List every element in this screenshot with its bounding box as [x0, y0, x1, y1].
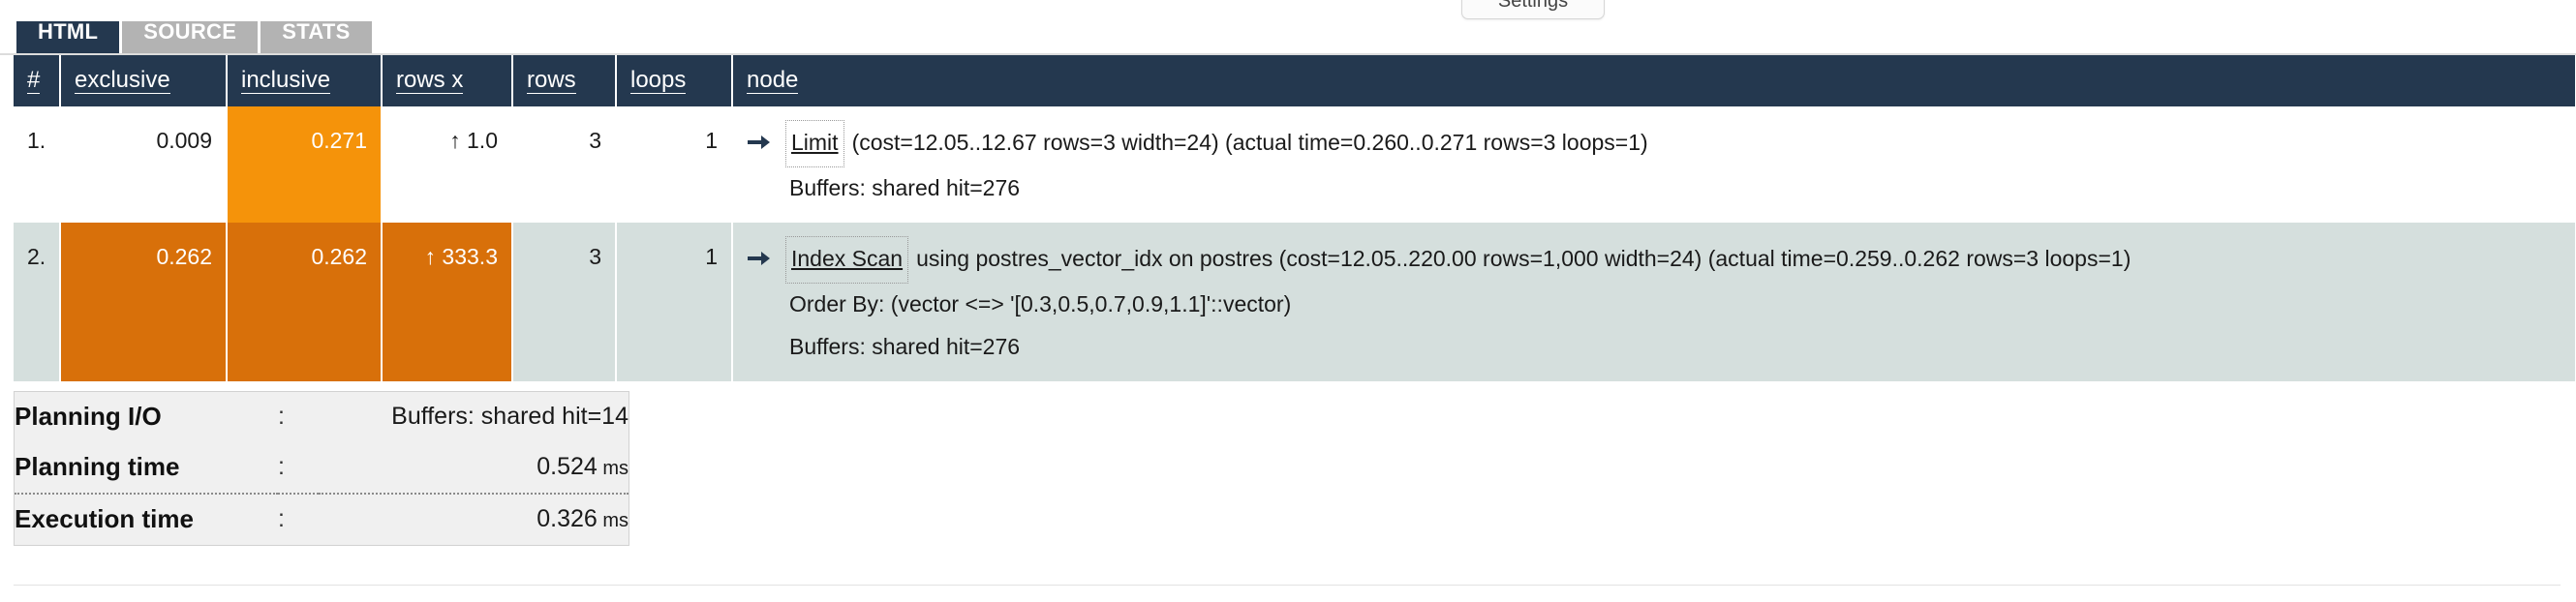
table-row[interactable]: 2. 0.262 0.262 ↑ 333.3 3 1 Index Scan usi… — [14, 223, 2575, 382]
node-extra-line: Buffers: shared hit=276 — [789, 174, 1021, 200]
node-arrow-icon — [747, 240, 772, 283]
summary-label-planning-time: Planning time — [15, 452, 180, 481]
summary-value-text: 0.326 — [537, 505, 598, 532]
column-header-loops-label: loops — [630, 67, 687, 94]
cell-loops: 1 — [616, 106, 733, 224]
cell-node: Limit (cost=12.05..12.67 rows=3 width=24)… — [732, 106, 2575, 224]
column-header-loops[interactable]: loops — [616, 55, 733, 106]
column-header-node-label: node — [747, 67, 799, 94]
plan-table-container: # exclusive inclusive rows x rows loops … — [0, 53, 2576, 382]
node-type-link[interactable]: Index Scan — [785, 236, 909, 285]
column-header-node[interactable]: node — [732, 55, 2575, 106]
summary-row-planning-io: Planning I/O : Buffers: shared hit=14 — [15, 392, 629, 442]
summary-unit: ms — [597, 510, 629, 531]
column-header-number-label: # — [27, 67, 41, 94]
top-toolbar-strip: Settings — [0, 0, 2576, 21]
page-bottom-divider — [14, 585, 2561, 586]
cell-loops: 1 — [616, 223, 733, 382]
cell-inclusive: 0.262 — [227, 223, 383, 382]
cell-node: Index Scan using postres_vector_idx on po… — [732, 223, 2575, 382]
node-type-link[interactable]: Limit — [785, 120, 844, 167]
explain-plan-table: # exclusive inclusive rows x rows loops … — [14, 55, 2575, 382]
node-main-line: Limit (cost=12.05..12.67 rows=3 width=24)… — [747, 120, 2561, 167]
summary-value-planning-time: 0.524 ms — [319, 442, 629, 494]
plan-table-header-row: # exclusive inclusive rows x rows loops … — [14, 55, 2575, 106]
column-header-rows-x[interactable]: rows x — [382, 55, 513, 106]
table-row[interactable]: 1. 0.009 0.271 ↑ 1.0 3 1 Limit (cost=12.0… — [14, 106, 2575, 224]
cell-row-number: 1. — [14, 106, 61, 224]
cell-rows: 3 — [512, 106, 617, 224]
summary-colon: : — [278, 493, 319, 545]
column-header-exclusive[interactable]: exclusive — [60, 55, 228, 106]
column-header-rows[interactable]: rows — [512, 55, 617, 106]
cell-rows: 3 — [512, 223, 617, 382]
cell-exclusive: 0.009 — [60, 106, 228, 224]
node-arrow-icon — [747, 124, 772, 166]
cell-exclusive: 0.262 — [60, 223, 228, 382]
settings-button[interactable]: Settings — [1461, 0, 1605, 19]
column-header-rows-x-label: rows x — [396, 67, 464, 94]
node-extra-line: Buffers: shared hit=276 — [789, 333, 1021, 359]
node-main-line: Index Scan using postres_vector_idx on po… — [747, 236, 2561, 285]
node-detail-text: using postres_vector_idx on postres (cos… — [916, 246, 2131, 272]
summary-label-execution-time: Execution time — [15, 493, 278, 545]
node-extra-line: Order By: (vector <=> '[0.3,0.5,0.7,0.9,… — [789, 291, 1292, 317]
column-header-inclusive-label: inclusive — [241, 67, 331, 94]
summary-unit: ms — [597, 458, 629, 479]
column-header-number[interactable]: # — [14, 55, 61, 106]
summary-value-text: Buffers: shared hit=14 — [391, 403, 629, 430]
summary-label-planning-io: Planning I/O — [15, 402, 162, 431]
cell-rows-x: ↑ 333.3 — [382, 223, 513, 382]
column-header-rows-label: rows — [527, 67, 576, 94]
summary-table: Planning I/O : Buffers: shared hit=14 Pl… — [15, 392, 629, 545]
summary-value-planning-io: Buffers: shared hit=14 — [319, 392, 629, 442]
summary-row-execution-time: Execution time : 0.326 ms — [15, 493, 629, 545]
cell-rows-x: ↑ 1.0 — [382, 106, 513, 224]
cell-row-number: 2. — [14, 223, 61, 382]
summary-value-execution-time: 0.326 ms — [319, 493, 629, 545]
node-detail-text: (cost=12.05..12.67 rows=3 width=24) (act… — [851, 130, 1648, 155]
cell-inclusive: 0.271 — [227, 106, 383, 224]
summary-colon: : — [278, 453, 285, 480]
summary-colon: : — [278, 403, 285, 430]
column-header-exclusive-label: exclusive — [75, 67, 170, 94]
column-header-inclusive[interactable]: inclusive — [227, 55, 383, 106]
summary-row-planning-time: Planning time : 0.524 ms — [15, 442, 629, 494]
summary-value-text: 0.524 — [537, 453, 598, 480]
plan-summary-panel: Planning I/O : Buffers: shared hit=14 Pl… — [14, 391, 629, 546]
